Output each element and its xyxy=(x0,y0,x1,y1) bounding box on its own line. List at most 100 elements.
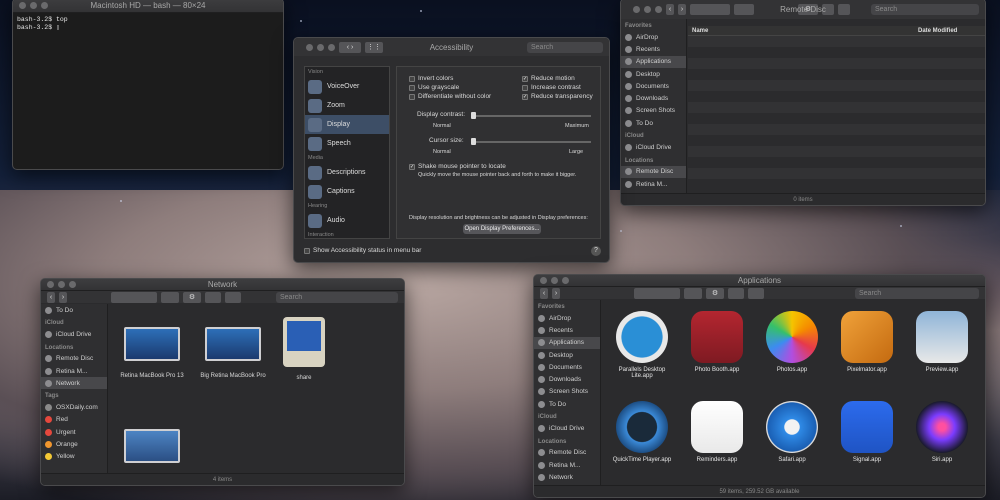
zoom-button[interactable] xyxy=(562,277,569,284)
sidebar-item-to-do[interactable]: To Do xyxy=(621,117,686,129)
view-switcher[interactable] xyxy=(111,291,157,303)
sidebar-item-downloads[interactable]: Downloads xyxy=(534,373,600,385)
network-window[interactable]: Network ‹ › ⚙ Search To Do iCloud iCloud… xyxy=(40,278,405,486)
contrast-slider[interactable] xyxy=(471,112,591,119)
tag-orange[interactable]: Orange xyxy=(41,438,107,450)
table-row[interactable] xyxy=(688,146,985,157)
sidebar-item-applications[interactable]: Applications xyxy=(534,336,600,349)
group-button[interactable] xyxy=(734,3,754,15)
view-switcher[interactable] xyxy=(634,287,680,299)
minimize-button[interactable] xyxy=(30,2,37,9)
forward-button[interactable]: › xyxy=(678,3,686,15)
column-header[interactable]: Name Date Modified xyxy=(688,26,985,36)
app-item-preview-app[interactable]: Preview.app xyxy=(908,311,976,373)
sidebar-item-applications[interactable]: Applications xyxy=(621,55,686,68)
app-item-signal-app[interactable]: Signal.app xyxy=(833,401,901,463)
action-button[interactable]: ⚙ xyxy=(183,291,201,303)
terminal-window[interactable]: Macintosh HD — bash — 80×24 bash-3.2$ to… xyxy=(12,0,284,170)
app-item-photos-app[interactable]: Photos.app xyxy=(758,311,826,373)
tag-button[interactable] xyxy=(838,3,850,15)
list-item-audio[interactable]: Audio xyxy=(305,211,389,230)
sidebar-item-documents[interactable]: Documents xyxy=(621,80,686,92)
share-button[interactable] xyxy=(205,291,221,303)
remote-disc-window[interactable]: ‹ › Remote Disc ⚙ Search Favorites AirDr… xyxy=(620,0,986,206)
back-button[interactable]: ‹ xyxy=(47,291,55,303)
checkmark-icon[interactable]: ✓ xyxy=(522,75,528,82)
forward-button[interactable]: › xyxy=(552,287,560,299)
minimize-button[interactable] xyxy=(644,5,651,13)
accessibility-window[interactable]: ‹ › ⋮⋮ Accessibility Search Vision Voice… xyxy=(293,37,610,263)
search-input[interactable]: Search xyxy=(527,41,603,53)
table-row[interactable] xyxy=(688,80,985,91)
sidebar-item-remote-disc[interactable]: Remote Disc xyxy=(534,447,600,459)
close-button[interactable] xyxy=(306,43,313,51)
group-button[interactable] xyxy=(684,287,702,299)
reduce-motion-checkbox[interactable]: ✓ Reduce motion xyxy=(522,75,575,82)
sidebar-item-icloud-drive[interactable]: iCloud Drive xyxy=(41,328,107,340)
checkmark-icon[interactable]: ✓ xyxy=(522,93,528,100)
help-button[interactable]: ? xyxy=(591,246,601,256)
sidebar-item-icloud-drive[interactable]: iCloud Drive xyxy=(621,141,686,153)
table-row[interactable] xyxy=(688,179,985,190)
sidebar-item-airdrop[interactable]: AirDrop xyxy=(621,31,686,43)
minimize-button[interactable] xyxy=(317,43,324,51)
tag-yellow[interactable]: Yellow xyxy=(41,451,107,463)
tag-button[interactable] xyxy=(225,291,241,303)
shake-pointer-checkbox[interactable]: ✓ Shake mouse pointer to locate xyxy=(409,163,506,170)
app-item-pixelmator-app[interactable]: Pixelmator.app xyxy=(833,311,901,373)
back-button[interactable]: ‹ xyxy=(540,287,548,299)
differentiate-checkbox[interactable]: Differentiate without color xyxy=(409,93,491,100)
tag-red[interactable]: Red xyxy=(41,414,107,426)
grayscale-checkbox[interactable]: Use grayscale xyxy=(409,84,459,91)
sidebar-item-recents[interactable]: Recents xyxy=(534,324,600,336)
minimize-button[interactable] xyxy=(551,277,558,284)
sidebar-item-remote-disc[interactable]: Remote Disc xyxy=(41,353,107,365)
search-input[interactable]: Search xyxy=(276,291,398,303)
table-row[interactable] xyxy=(688,47,985,58)
action-button[interactable]: ⚙ xyxy=(798,3,818,15)
list-item-display[interactable]: Display xyxy=(305,115,389,134)
close-button[interactable] xyxy=(633,5,640,13)
checkbox-box[interactable] xyxy=(409,84,415,91)
list-item-speech[interactable]: Speech xyxy=(305,134,389,153)
terminal-output[interactable]: bash-3.2$ top bash-3.2$ ▯ xyxy=(13,13,283,35)
list-item-descriptions[interactable]: Descriptions xyxy=(305,163,389,182)
terminal-titlebar[interactable]: Macintosh HD — bash — 80×24 xyxy=(13,0,283,13)
close-button[interactable] xyxy=(540,277,547,284)
tag-urgent[interactable]: Urgent xyxy=(41,426,107,438)
sidebar-item-remote-disc[interactable]: Remote Disc xyxy=(621,165,686,178)
date-column[interactable]: Date Modified xyxy=(918,28,957,34)
app-item-parallels-desktop-lite-app[interactable]: Parallels Desktop Lite.app xyxy=(608,311,676,379)
app-item-photo-booth-app[interactable]: Photo Booth.app xyxy=(683,311,751,373)
open-display-preferences-button[interactable]: Open Display Preferences... xyxy=(463,224,541,234)
group-button[interactable] xyxy=(161,291,179,303)
back-button[interactable]: ‹ xyxy=(666,3,674,15)
slider-knob[interactable] xyxy=(471,138,476,145)
zoom-button[interactable] xyxy=(655,5,662,13)
view-switcher[interactable] xyxy=(690,3,730,15)
sidebar-item-desktop[interactable]: Desktop xyxy=(534,349,600,361)
show-all-button[interactable]: ⋮⋮ xyxy=(365,41,383,53)
sidebar-item-retina[interactable]: Retina M... xyxy=(621,178,686,190)
app-item-reminders-app[interactable]: Reminders.app xyxy=(683,401,751,463)
network-item[interactable]: Retina MacBook Pro 13 xyxy=(119,327,185,379)
sidebar-item-to-do[interactable]: To Do xyxy=(41,304,107,316)
slider-knob[interactable] xyxy=(471,112,476,119)
table-row[interactable] xyxy=(688,58,985,69)
app-item-safari-app[interactable]: Safari.app xyxy=(758,401,826,463)
table-row[interactable] xyxy=(688,36,985,47)
accessibility-list[interactable]: Vision VoiceOver Zoom Display Speech Med… xyxy=(304,66,390,239)
list-item-zoom[interactable]: Zoom xyxy=(305,96,389,115)
applications-window[interactable]: Applications ‹ › ⚙ Search Favorites AirD… xyxy=(533,274,986,498)
increase-contrast-checkbox[interactable]: Increase contrast xyxy=(522,84,581,91)
sidebar-item-airdrop[interactable]: AirDrop xyxy=(534,312,600,324)
share-button[interactable] xyxy=(728,287,744,299)
table-row[interactable] xyxy=(688,102,985,113)
sidebar-item-downloads[interactable]: Downloads xyxy=(621,92,686,104)
name-column[interactable]: Name xyxy=(688,28,918,34)
sidebar-item-network[interactable]: Network xyxy=(534,471,600,483)
checkbox-box[interactable] xyxy=(304,247,310,254)
checkbox-box[interactable] xyxy=(409,93,415,100)
network-item[interactable] xyxy=(119,429,185,463)
reduce-transparency-checkbox[interactable]: ✓ Reduce transparency xyxy=(522,93,593,100)
